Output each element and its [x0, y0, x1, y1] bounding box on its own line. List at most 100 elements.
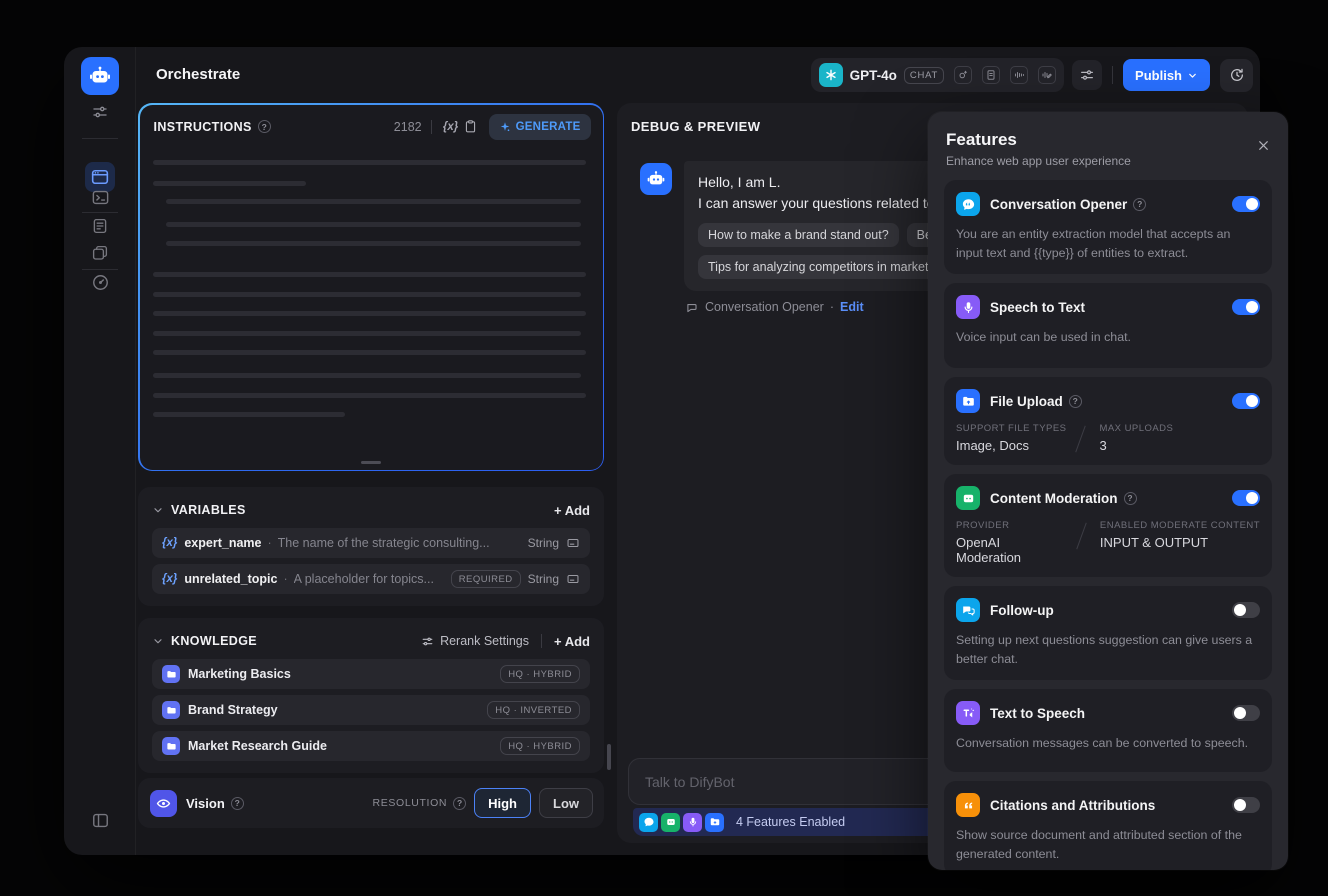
chat-quote-icon — [686, 301, 699, 314]
desktop: { "ui": { "dot": "·" }, "colors": { "acc… — [0, 0, 1328, 896]
generate-button[interactable]: GENERATE — [488, 113, 591, 140]
feature-title: Citations and Attributions — [990, 797, 1156, 813]
close-button[interactable] — [1255, 137, 1271, 153]
field-label: SUPPORT FILE TYPES — [956, 423, 1067, 435]
feature-card-conversation-opener: Conversation Opener ? You are an entity … — [944, 180, 1272, 275]
field-label: MAX UPLOADS — [1099, 423, 1174, 435]
conversation-opener-toggle[interactable] — [1232, 196, 1260, 212]
citations-icon — [956, 793, 980, 818]
scrollbar-thumb[interactable] — [607, 744, 611, 770]
instructions-title: INSTRUCTIONS — [153, 119, 252, 134]
sliders-icon — [421, 635, 434, 648]
annotation-icon — [91, 244, 109, 262]
help-icon[interactable]: ? — [1123, 491, 1137, 505]
variables-title: VARIABLES — [171, 503, 246, 517]
feature-description: Voice input can be used in chat. — [956, 330, 1131, 345]
sidebar — [64, 47, 136, 855]
robot-icon — [646, 169, 666, 189]
knowledge-row[interactable]: Brand Strategy HQ · INVERTED — [152, 695, 590, 725]
features-panel-title: Features — [946, 130, 1017, 149]
chevron-down-icon[interactable] — [152, 504, 164, 516]
variables-section: VARIABLES + Add {x} expert_name · The na… — [138, 487, 604, 606]
knowledge-name: Brand Strategy — [188, 703, 278, 717]
sidebar-item-logs[interactable] — [90, 216, 110, 236]
input-field-icon[interactable] — [566, 536, 580, 550]
resolution-low-button[interactable]: Low — [539, 788, 593, 818]
variable-name: expert_name — [184, 536, 262, 550]
sidebar-item-monitoring[interactable] — [90, 272, 110, 292]
speech-to-text-toggle[interactable] — [1232, 299, 1260, 316]
feature-title: Content Moderation — [990, 490, 1118, 506]
resize-handle[interactable] — [361, 460, 381, 464]
feature-title: Speech to Text — [990, 299, 1086, 315]
rerank-settings-button[interactable]: Rerank Settings — [421, 634, 529, 648]
close-icon — [1257, 139, 1270, 152]
instructions-editor[interactable]: INSTRUCTIONS ? 2182 {x} GENERATE — [139, 104, 603, 470]
tune-icon[interactable] — [90, 102, 110, 122]
retrieval-badge: HQ · HYBRID — [500, 737, 580, 755]
variable-icon: {x} — [162, 537, 178, 549]
knowledge-row[interactable]: Marketing Basics HQ · HYBRID — [152, 659, 590, 689]
app-window-icon — [90, 167, 110, 187]
content-moderation-mini-icon — [661, 812, 680, 832]
required-badge: REQUIRED — [450, 570, 521, 588]
collapse-sidebar-button[interactable] — [90, 810, 110, 830]
help-icon[interactable]: ? — [1068, 394, 1082, 408]
content-moderation-toggle[interactable] — [1232, 490, 1260, 507]
help-icon[interactable]: ? — [453, 796, 467, 810]
header-divider — [1112, 66, 1114, 84]
citations-toggle[interactable] — [1232, 797, 1260, 814]
conversation-opener-icon — [956, 192, 980, 216]
model-selector[interactable]: GPT-4o CHAT — [810, 58, 1065, 92]
vision-label: Vision — [186, 795, 225, 811]
help-icon[interactable]: ? — [1133, 197, 1147, 211]
voice-capability-icon — [1038, 66, 1057, 84]
edit-opener-link[interactable]: Edit — [840, 300, 864, 314]
copy-button[interactable] — [461, 117, 481, 137]
suggested-question-chip[interactable]: Tips for analyzing competitors in market… — [698, 255, 963, 279]
feature-description: Setting up next questions suggestion can… — [956, 633, 1253, 666]
audio-capability-icon — [1010, 66, 1029, 84]
insert-variable-button[interactable]: {x} — [441, 117, 461, 137]
suggested-question-chip[interactable]: How to make a brand stand out? — [698, 223, 899, 247]
model-settings-button[interactable] — [1072, 60, 1103, 90]
sidebar-item-annotations[interactable] — [90, 243, 110, 263]
eye-icon — [150, 789, 177, 817]
help-icon[interactable]: ? — [230, 796, 244, 810]
publish-button[interactable]: Publish — [1123, 59, 1210, 91]
app-avatar[interactable] — [81, 57, 119, 95]
input-field-icon[interactable] — [566, 572, 580, 586]
vision-section: Vision ? RESOLUTION ? High Low — [138, 778, 604, 828]
file-upload-toggle[interactable] — [1232, 393, 1260, 410]
clipboard-icon — [463, 119, 478, 134]
variable-row[interactable]: {x} unrelated_topic · A placeholder for … — [152, 564, 590, 594]
help-icon[interactable]: ? — [257, 120, 271, 133]
variable-description: The name of the strategic consulting... — [277, 536, 490, 550]
toolbar-divider — [541, 634, 542, 648]
feature-title: File Upload — [990, 393, 1063, 409]
variable-type: String — [527, 572, 559, 586]
features-panel: Features Enhance web app user experience… — [928, 112, 1288, 870]
sidebar-divider — [82, 138, 118, 139]
text-to-speech-toggle[interactable] — [1232, 705, 1260, 722]
resolution-high-button[interactable]: High — [474, 788, 531, 818]
feature-title: Follow-up — [990, 602, 1054, 618]
variable-row[interactable]: {x} expert_name · The name of the strate… — [152, 528, 590, 558]
follow-up-toggle[interactable] — [1232, 602, 1260, 619]
knowledge-section: KNOWLEDGE Rerank Settings + Add Marketin… — [138, 618, 604, 773]
add-knowledge-button[interactable]: + Add — [554, 634, 590, 649]
field-label: PROVIDER — [956, 520, 1010, 532]
sidebar-divider — [82, 212, 118, 213]
moderation-icon — [956, 486, 980, 511]
feature-card-text-to-speech: Text to Speech Conversation messages can… — [944, 689, 1272, 773]
knowledge-row[interactable]: Market Research Guide HQ · HYBRID — [152, 731, 590, 761]
add-variable-button[interactable]: + Add — [554, 503, 590, 518]
resolution-label: RESOLUTION — [372, 797, 448, 809]
feature-card-speech-to-text: Speech to Text Voice input can be used i… — [944, 283, 1272, 369]
conversation-opener-mini-icon — [639, 812, 658, 832]
sidebar-item-terminal[interactable] — [90, 187, 110, 207]
version-history-button[interactable] — [1220, 58, 1253, 92]
chevron-down-icon[interactable] — [152, 635, 164, 647]
feature-description: You are an entity extraction model that … — [956, 227, 1231, 260]
instructions-header: INSTRUCTIONS ? 2182 {x} GENERATE — [140, 105, 603, 149]
